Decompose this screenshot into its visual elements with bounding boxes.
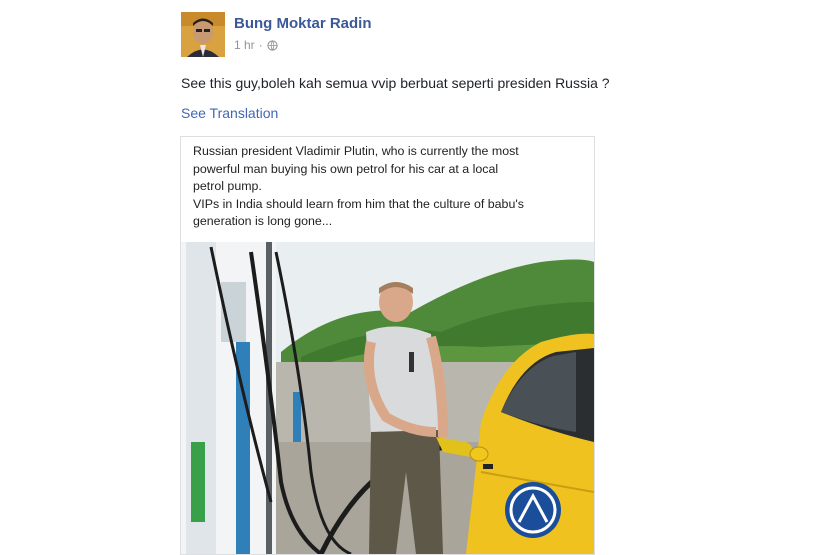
see-translation-link[interactable]: See Translation (181, 105, 278, 121)
facebook-post: Bung Moktar Radin 1 hr · See this guy,bo… (168, 0, 674, 555)
timestamp[interactable]: 1 hr (234, 38, 255, 52)
caption-line: powerful man buying his own petrol for h… (193, 161, 499, 176)
post-meta: 1 hr · (234, 38, 278, 52)
caption-line: generation is long gone... (193, 214, 333, 228)
avatar[interactable] (181, 12, 225, 57)
petrol-station-photo (181, 242, 594, 554)
shared-image[interactable]: Russian president Vladimir Plutin, who i… (180, 136, 595, 555)
caption-line: VIPs in India should learn from him that… (193, 196, 524, 211)
meta-separator: · (258, 38, 263, 52)
author-name[interactable]: Bung Moktar Radin (234, 15, 372, 32)
image-caption: Russian president Vladimir Plutin, who i… (181, 137, 594, 242)
caption-line: petrol pump. (193, 179, 262, 193)
caption-line: Russian president Vladimir Plutin, who i… (193, 144, 519, 158)
post-text: See this guy,boleh kah semua vvip berbua… (181, 75, 610, 91)
globe-icon (267, 39, 278, 51)
